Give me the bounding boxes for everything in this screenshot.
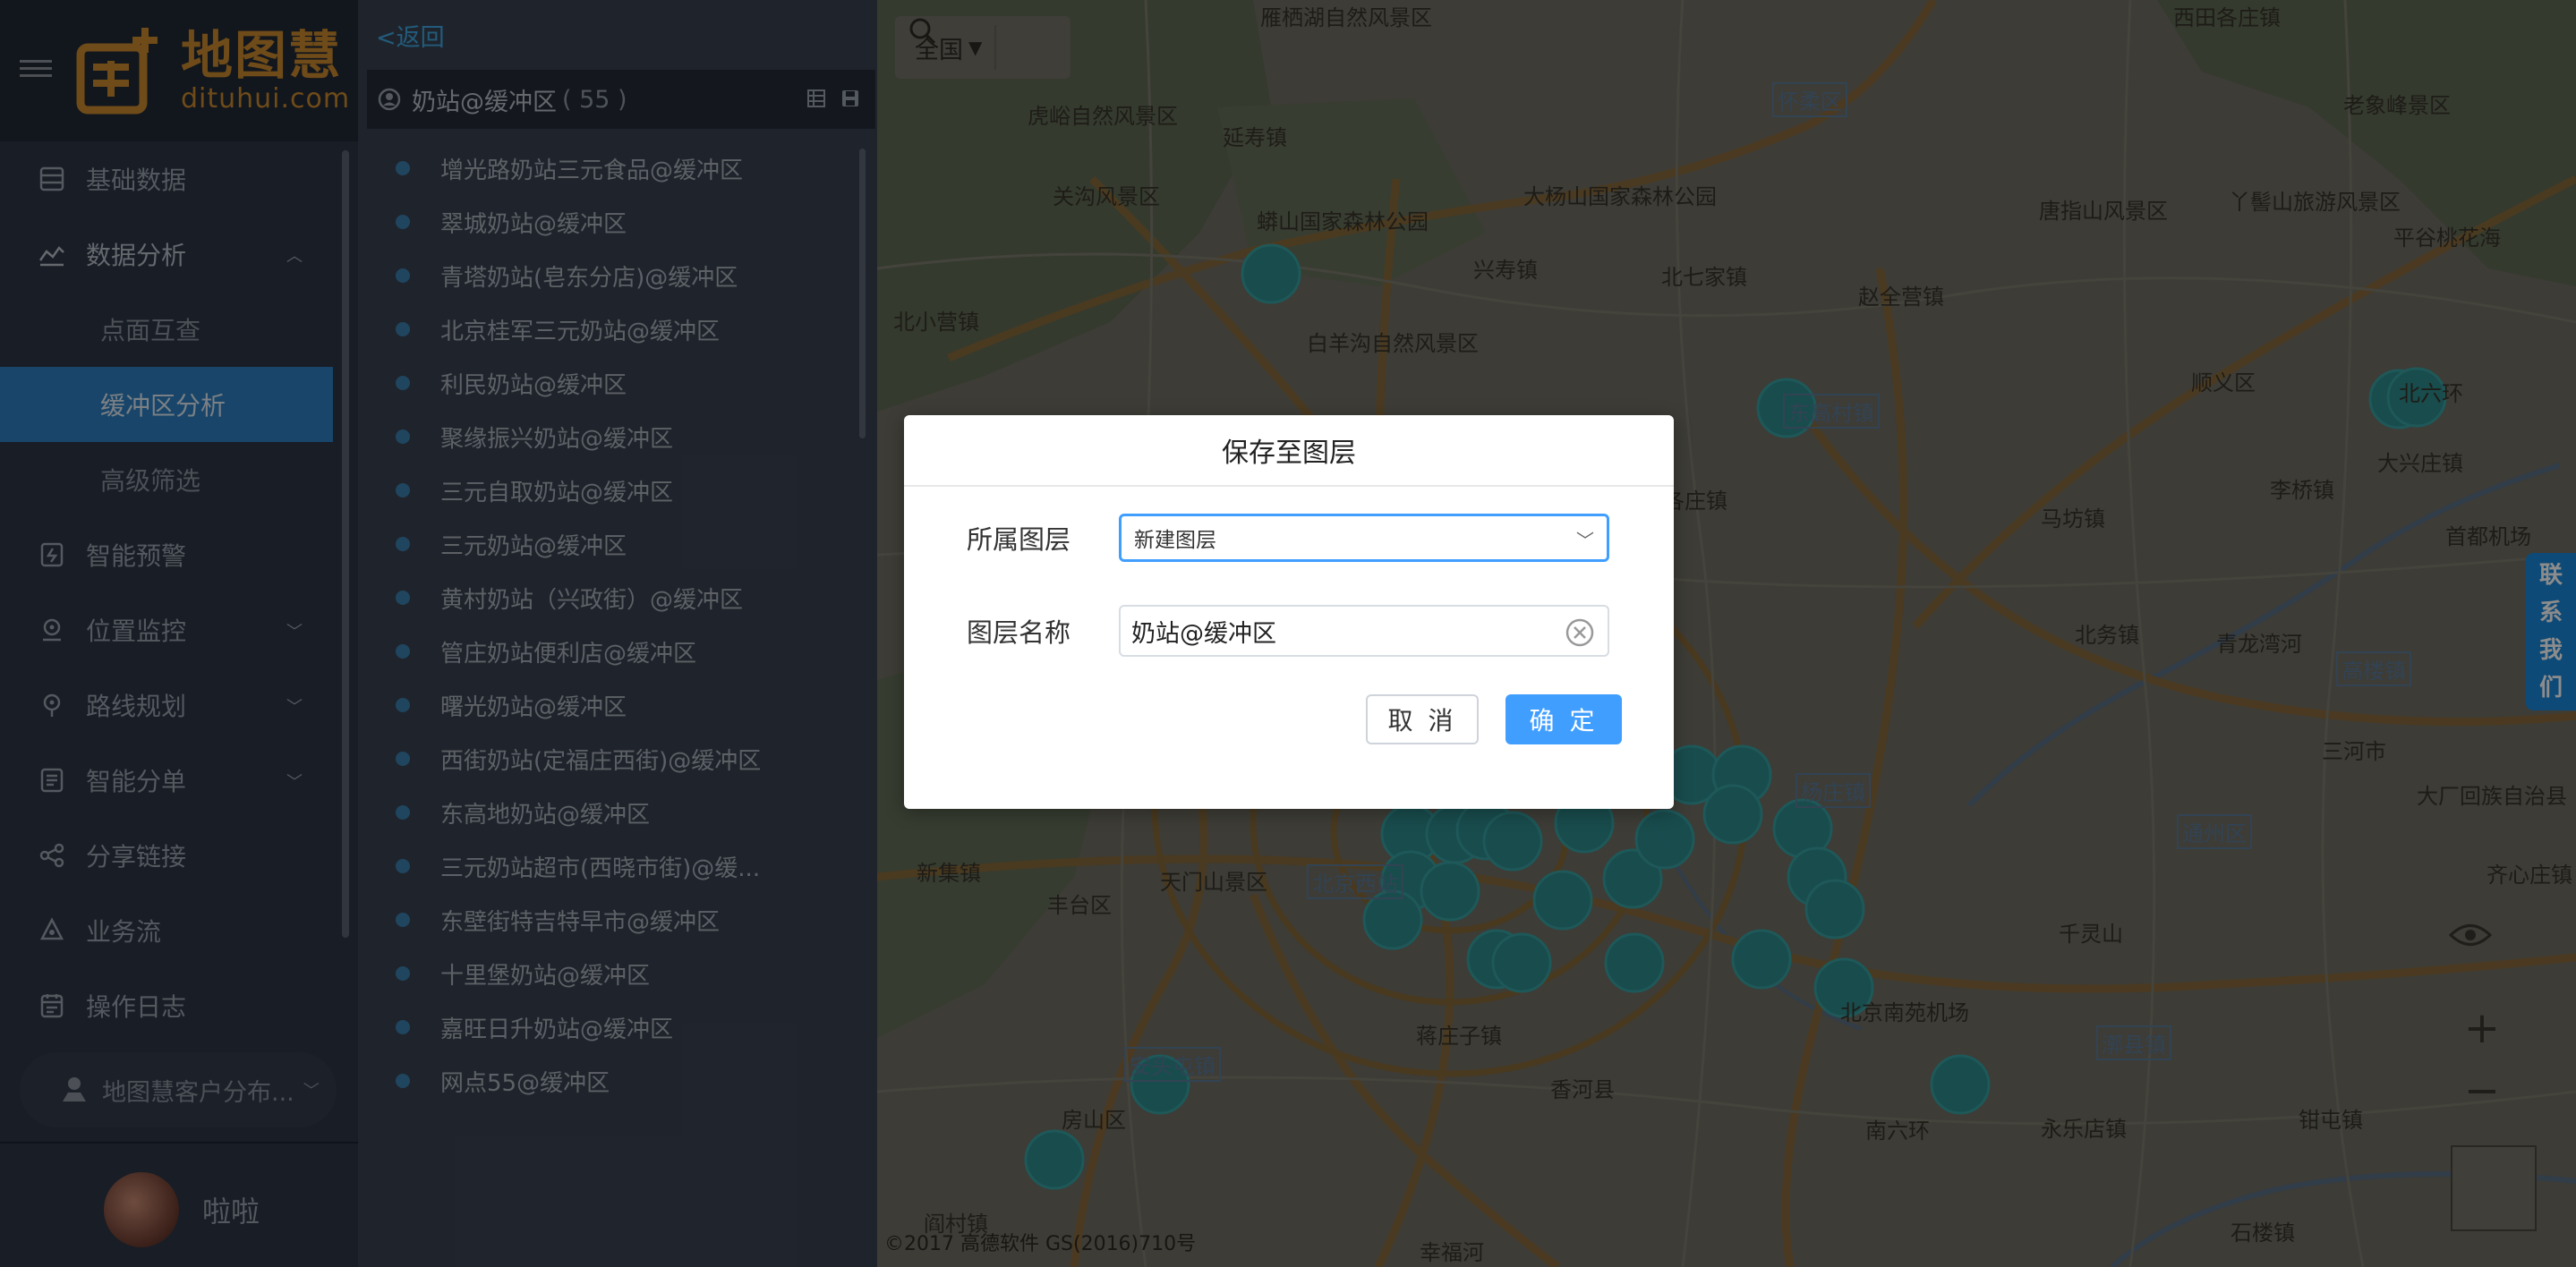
layer-name-label: 图层名称 xyxy=(967,617,1071,648)
chevron-down-icon: ﹀ xyxy=(1576,530,1594,551)
dialog-title: 保存至图层 xyxy=(904,415,1674,487)
app: 地图慧 dituhui.com 基础数据 数据分析 ︿ 点面互查 缓冲区分析 高… xyxy=(0,0,2576,1267)
layer-select-row: 所属图层 新建图层 ﹀ xyxy=(967,514,1609,562)
layer-name-row: 图层名称 奶站@缓冲区 xyxy=(967,605,1609,657)
confirm-button[interactable]: 确 定 xyxy=(1506,694,1622,744)
layer-name-input[interactable]: 奶站@缓冲区 xyxy=(1119,605,1609,657)
clear-icon[interactable] xyxy=(1565,617,1595,648)
layer-name-value: 奶站@缓冲区 xyxy=(1131,619,1276,648)
save-layer-dialog: 保存至图层 所属图层 新建图层 ﹀ 图层名称 奶站@缓冲区 取 消 确 定 xyxy=(904,415,1674,809)
cancel-button[interactable]: 取 消 xyxy=(1366,694,1479,744)
layer-select-label: 所属图层 xyxy=(967,524,1071,555)
layer-select[interactable]: 新建图层 ﹀ xyxy=(1119,514,1609,562)
layer-select-value: 新建图层 xyxy=(1134,529,1216,552)
